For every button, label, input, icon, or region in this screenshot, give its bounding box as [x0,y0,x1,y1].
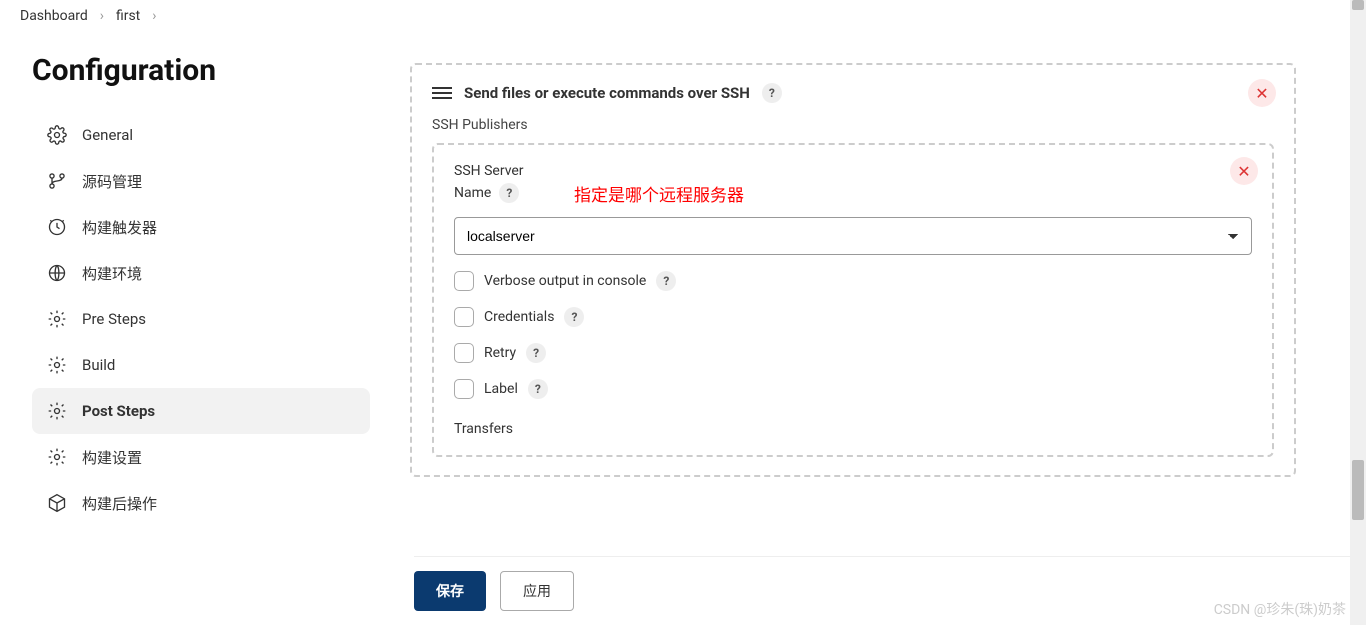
gear-icon [46,354,68,376]
sidebar-item-buildsettings[interactable]: 构建设置 [32,434,370,480]
page-title: Configuration [32,53,370,88]
sidebar-item-label: 构建环境 [82,263,142,284]
sidebar-item-label: Build [82,356,115,374]
ssh-server-panel: ✕ SSH Server Name ? 指定是哪个远程服务器 localserv… [432,143,1274,457]
scrollbar[interactable] [1350,0,1366,625]
credentials-label: Credentials [484,309,554,325]
gear-icon [46,400,68,422]
name-field-label: Name [454,185,491,201]
sidebar-item-postbuild[interactable]: 构建后操作 [32,480,370,526]
close-icon[interactable]: ✕ [1230,157,1258,185]
panel-title: Send files or execute commands over SSH [464,84,750,102]
gear-icon [46,124,68,146]
label-checkbox[interactable] [454,379,474,399]
close-icon[interactable]: ✕ [1248,79,1276,107]
sidebar-item-label: Pre Steps [82,310,146,328]
verbose-checkbox[interactable] [454,271,474,291]
transfers-label: Transfers [454,421,1252,437]
sidebar-item-presteps[interactable]: Pre Steps [32,296,370,342]
scroll-up-arrow[interactable] [1352,0,1364,10]
scrollbar-thumb[interactable] [1352,460,1364,520]
drag-handle-icon[interactable] [432,87,452,99]
save-button[interactable]: 保存 [414,571,486,611]
chevron-right-icon: › [100,8,104,24]
sidebar-item-scm[interactable]: 源码管理 [32,158,370,204]
help-icon[interactable]: ? [499,183,519,203]
gear-icon [46,446,68,468]
sidebar-item-label: 源码管理 [82,171,142,192]
help-icon[interactable]: ? [526,343,546,363]
sidebar-item-label: 构建触发器 [82,217,157,238]
retry-label: Retry [484,345,516,361]
sidebar-item-label: Post Steps [82,402,155,420]
ssh-server-name-select[interactable]: localserver [454,217,1252,255]
ssh-publishers-label: SSH Publishers [432,117,1274,133]
gear-icon [46,308,68,330]
clock-icon [46,216,68,238]
help-icon[interactable]: ? [656,271,676,291]
credentials-checkbox[interactable] [454,307,474,327]
verbose-label: Verbose output in console [484,273,646,289]
help-icon[interactable]: ? [564,307,584,327]
help-icon[interactable]: ? [762,83,782,103]
chevron-right-icon: › [152,8,156,24]
sidebar-item-general[interactable]: General [32,112,370,158]
breadcrumb-first[interactable]: first [116,8,140,24]
ssh-server-section-label: SSH Server [454,163,1252,179]
sidebar-item-poststeps[interactable]: Post Steps [32,388,370,434]
sidebar: Configuration General 源码管理 构建触发器 构建环境 Pr… [0,33,390,546]
ssh-step-panel: ✕ Send files or execute commands over SS… [410,63,1296,477]
sidebar-item-triggers[interactable]: 构建触发器 [32,204,370,250]
sidebar-item-label: 构建设置 [82,447,142,468]
apply-button[interactable]: 应用 [500,571,574,611]
content-area: ✕ Send files or execute commands over SS… [390,33,1366,546]
sidebar-item-environment[interactable]: 构建环境 [32,250,370,296]
sidebar-item-build[interactable]: Build [32,342,370,388]
globe-icon [46,262,68,284]
watermark: CSDN @珍朱(珠)奶茶 [1214,599,1346,619]
sidebar-item-label: 构建后操作 [82,493,157,514]
sidebar-item-label: General [82,126,133,144]
box-icon [46,492,68,514]
branch-icon [46,170,68,192]
retry-checkbox[interactable] [454,343,474,363]
label-label: Label [484,381,518,397]
breadcrumb: Dashboard › first › [0,0,1366,33]
annotation-text: 指定是哪个远程服务器 [574,181,744,206]
breadcrumb-dashboard[interactable]: Dashboard [20,8,88,24]
help-icon[interactable]: ? [528,379,548,399]
